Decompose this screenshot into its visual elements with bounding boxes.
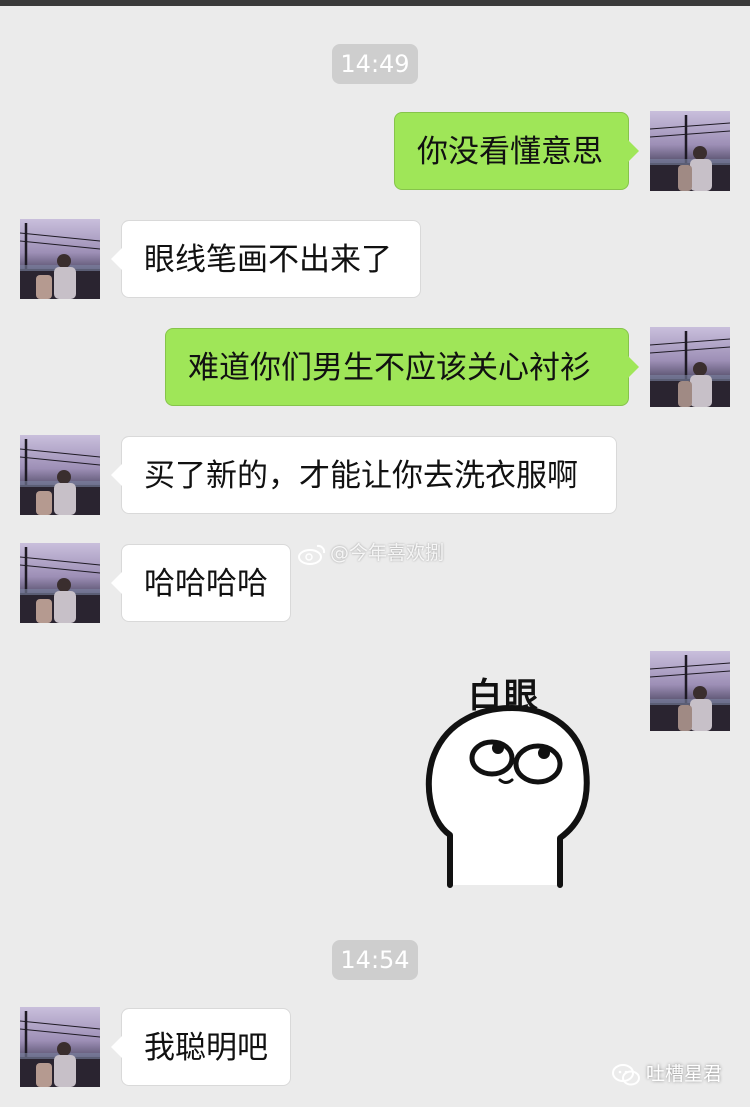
avatar-self[interactable] <box>650 651 730 731</box>
avatar-contact[interactable] <box>20 543 100 623</box>
avatar-photo-icon <box>650 331 730 407</box>
message-bubble-received[interactable]: 我聪明吧 <box>111 1008 291 1086</box>
timestamp: 14:54 <box>332 940 418 980</box>
avatar-photo-icon <box>20 223 100 299</box>
status-bar-strip <box>0 0 750 6</box>
brand-watermark: 吐槽星君 <box>612 1060 722 1088</box>
timestamp: 14:49 <box>332 44 418 84</box>
message-bubble-received[interactable]: 哈哈哈哈 <box>111 544 291 622</box>
avatar-self[interactable] <box>650 111 730 191</box>
brand-text: 吐槽星君 <box>646 1063 723 1085</box>
avatar-photo-icon <box>20 439 100 515</box>
avatar-photo-icon <box>20 547 100 623</box>
message-bubble-sent[interactable]: 难道你们男生不应该关心衬衫 <box>165 328 639 406</box>
watermark: @今年喜欢捌 <box>298 540 444 566</box>
weibo-icon <box>298 544 326 565</box>
avatar-contact[interactable] <box>20 219 100 299</box>
message-bubble-received[interactable]: 眼线笔画不出来了 <box>111 220 421 298</box>
avatar-contact[interactable] <box>20 1007 100 1087</box>
eye-roll-sticker-icon[interactable] <box>420 660 600 890</box>
avatar-photo-icon <box>650 115 730 191</box>
avatar-self[interactable] <box>650 327 730 407</box>
message-bubble-sent[interactable]: 你没看懂意思 <box>394 112 639 190</box>
message-bubble-received[interactable]: 买了新的，才能让你去洗衣服啊 <box>111 436 617 514</box>
avatar-photo-icon <box>650 655 730 731</box>
wechat-icon <box>612 1063 640 1085</box>
avatar-contact[interactable] <box>20 435 100 515</box>
avatar-photo-icon <box>20 1011 100 1087</box>
watermark-text: @今年喜欢捌 <box>330 542 445 564</box>
